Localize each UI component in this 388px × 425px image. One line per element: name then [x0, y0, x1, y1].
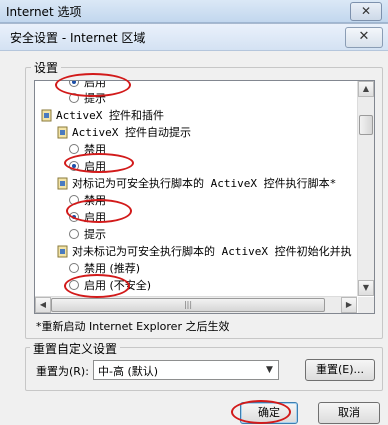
cancel-button[interactable]: 取消	[318, 402, 380, 424]
radio-unchecked-icon[interactable]	[69, 93, 79, 103]
settings-gear-icon	[57, 245, 69, 258]
dialog-title: 安全设置 - Internet 区域	[10, 31, 146, 45]
setting-label: 禁用	[84, 143, 106, 156]
settings-list[interactable]: 启用 提示 ActiveX 控件和插件 ActiveX 控件自动提示 禁用 启用 对标记为可…	[34, 80, 375, 314]
setting-label: 对标记为可安全执行脚本的 ActiveX 控件执行脚本*	[72, 177, 337, 190]
reset-button[interactable]: 重置(E)...	[305, 359, 375, 381]
radio-unchecked-icon[interactable]	[69, 280, 79, 290]
chevron-down-icon[interactable]: ▼	[261, 361, 278, 379]
setting-label: 提示	[84, 228, 106, 241]
vertical-scrollbar[interactable]: ▲ ▼	[357, 81, 374, 296]
settings-gear-icon	[57, 177, 69, 190]
setting-label: 禁用 (推荐)	[84, 262, 141, 275]
settings-gear-icon	[57, 126, 69, 139]
ok-button[interactable]: 确定	[240, 402, 298, 424]
setting-label: 启用	[84, 81, 106, 89]
radio-unchecked-icon[interactable]	[69, 195, 79, 205]
settings-gear-icon	[41, 109, 53, 122]
scrollbar-corner	[358, 297, 374, 313]
outer-title-bar: Internet 选项 ✕	[0, 0, 388, 23]
settings-rows: 启用 提示 ActiveX 控件和插件 ActiveX 控件自动提示 禁用 启用 对标记为可…	[35, 81, 357, 297]
vertical-scroll-thumb[interactable]	[359, 115, 373, 135]
setting-label: 对未标记为可安全执行脚本的 ActiveX 控件初始化并执	[72, 245, 352, 258]
scroll-down-arrow-icon[interactable]: ▼	[358, 280, 374, 296]
reset-to-label: 重置为(R):	[36, 365, 89, 378]
security-level-select[interactable]: 中-高 (默认) ▼	[93, 360, 279, 380]
setting-label: ActiveX 控件和插件	[56, 109, 164, 122]
setting-label: 启用 (不安全)	[84, 279, 152, 292]
radio-checked-icon[interactable]	[69, 81, 79, 87]
setting-label: ActiveX 控件自动提示	[72, 126, 191, 139]
scroll-left-arrow-icon[interactable]: ◀	[35, 297, 51, 313]
radio-checked-icon[interactable]	[69, 161, 79, 171]
outer-close-button[interactable]: ✕	[350, 2, 382, 21]
radio-unchecked-icon[interactable]	[69, 229, 79, 239]
setting-label: 提示	[84, 92, 106, 105]
settings-group-legend: 设置	[31, 59, 62, 76]
setting-label: 启用	[84, 211, 106, 224]
setting-label: 启用	[84, 160, 106, 173]
dialog-title-bar: 安全设置 - Internet 区域 ✕	[0, 24, 388, 51]
setting-label: 禁用	[84, 194, 106, 207]
restart-note: *重新启动 Internet Explorer 之后生效	[36, 320, 230, 333]
scroll-right-arrow-icon[interactable]: ▶	[341, 297, 357, 313]
outer-window-title: Internet 选项	[6, 5, 82, 19]
radio-unchecked-icon[interactable]	[69, 263, 79, 273]
radio-checked-icon[interactable]	[69, 212, 79, 222]
reset-group-legend: 重置自定义设置	[30, 340, 121, 357]
security-level-value: 中-高 (默认)	[98, 365, 159, 378]
dialog-close-button[interactable]: ✕	[345, 27, 383, 48]
horizontal-scrollbar[interactable]: ◀ ||| ▶	[35, 296, 357, 313]
radio-unchecked-icon[interactable]	[69, 144, 79, 154]
horizontal-scroll-thumb[interactable]: |||	[51, 298, 325, 312]
scroll-up-arrow-icon[interactable]: ▲	[358, 81, 374, 97]
internet-options-window: Internet 选项 ✕ 安全设置 - Internet 区域 ✕ 设置 启用…	[0, 0, 388, 425]
